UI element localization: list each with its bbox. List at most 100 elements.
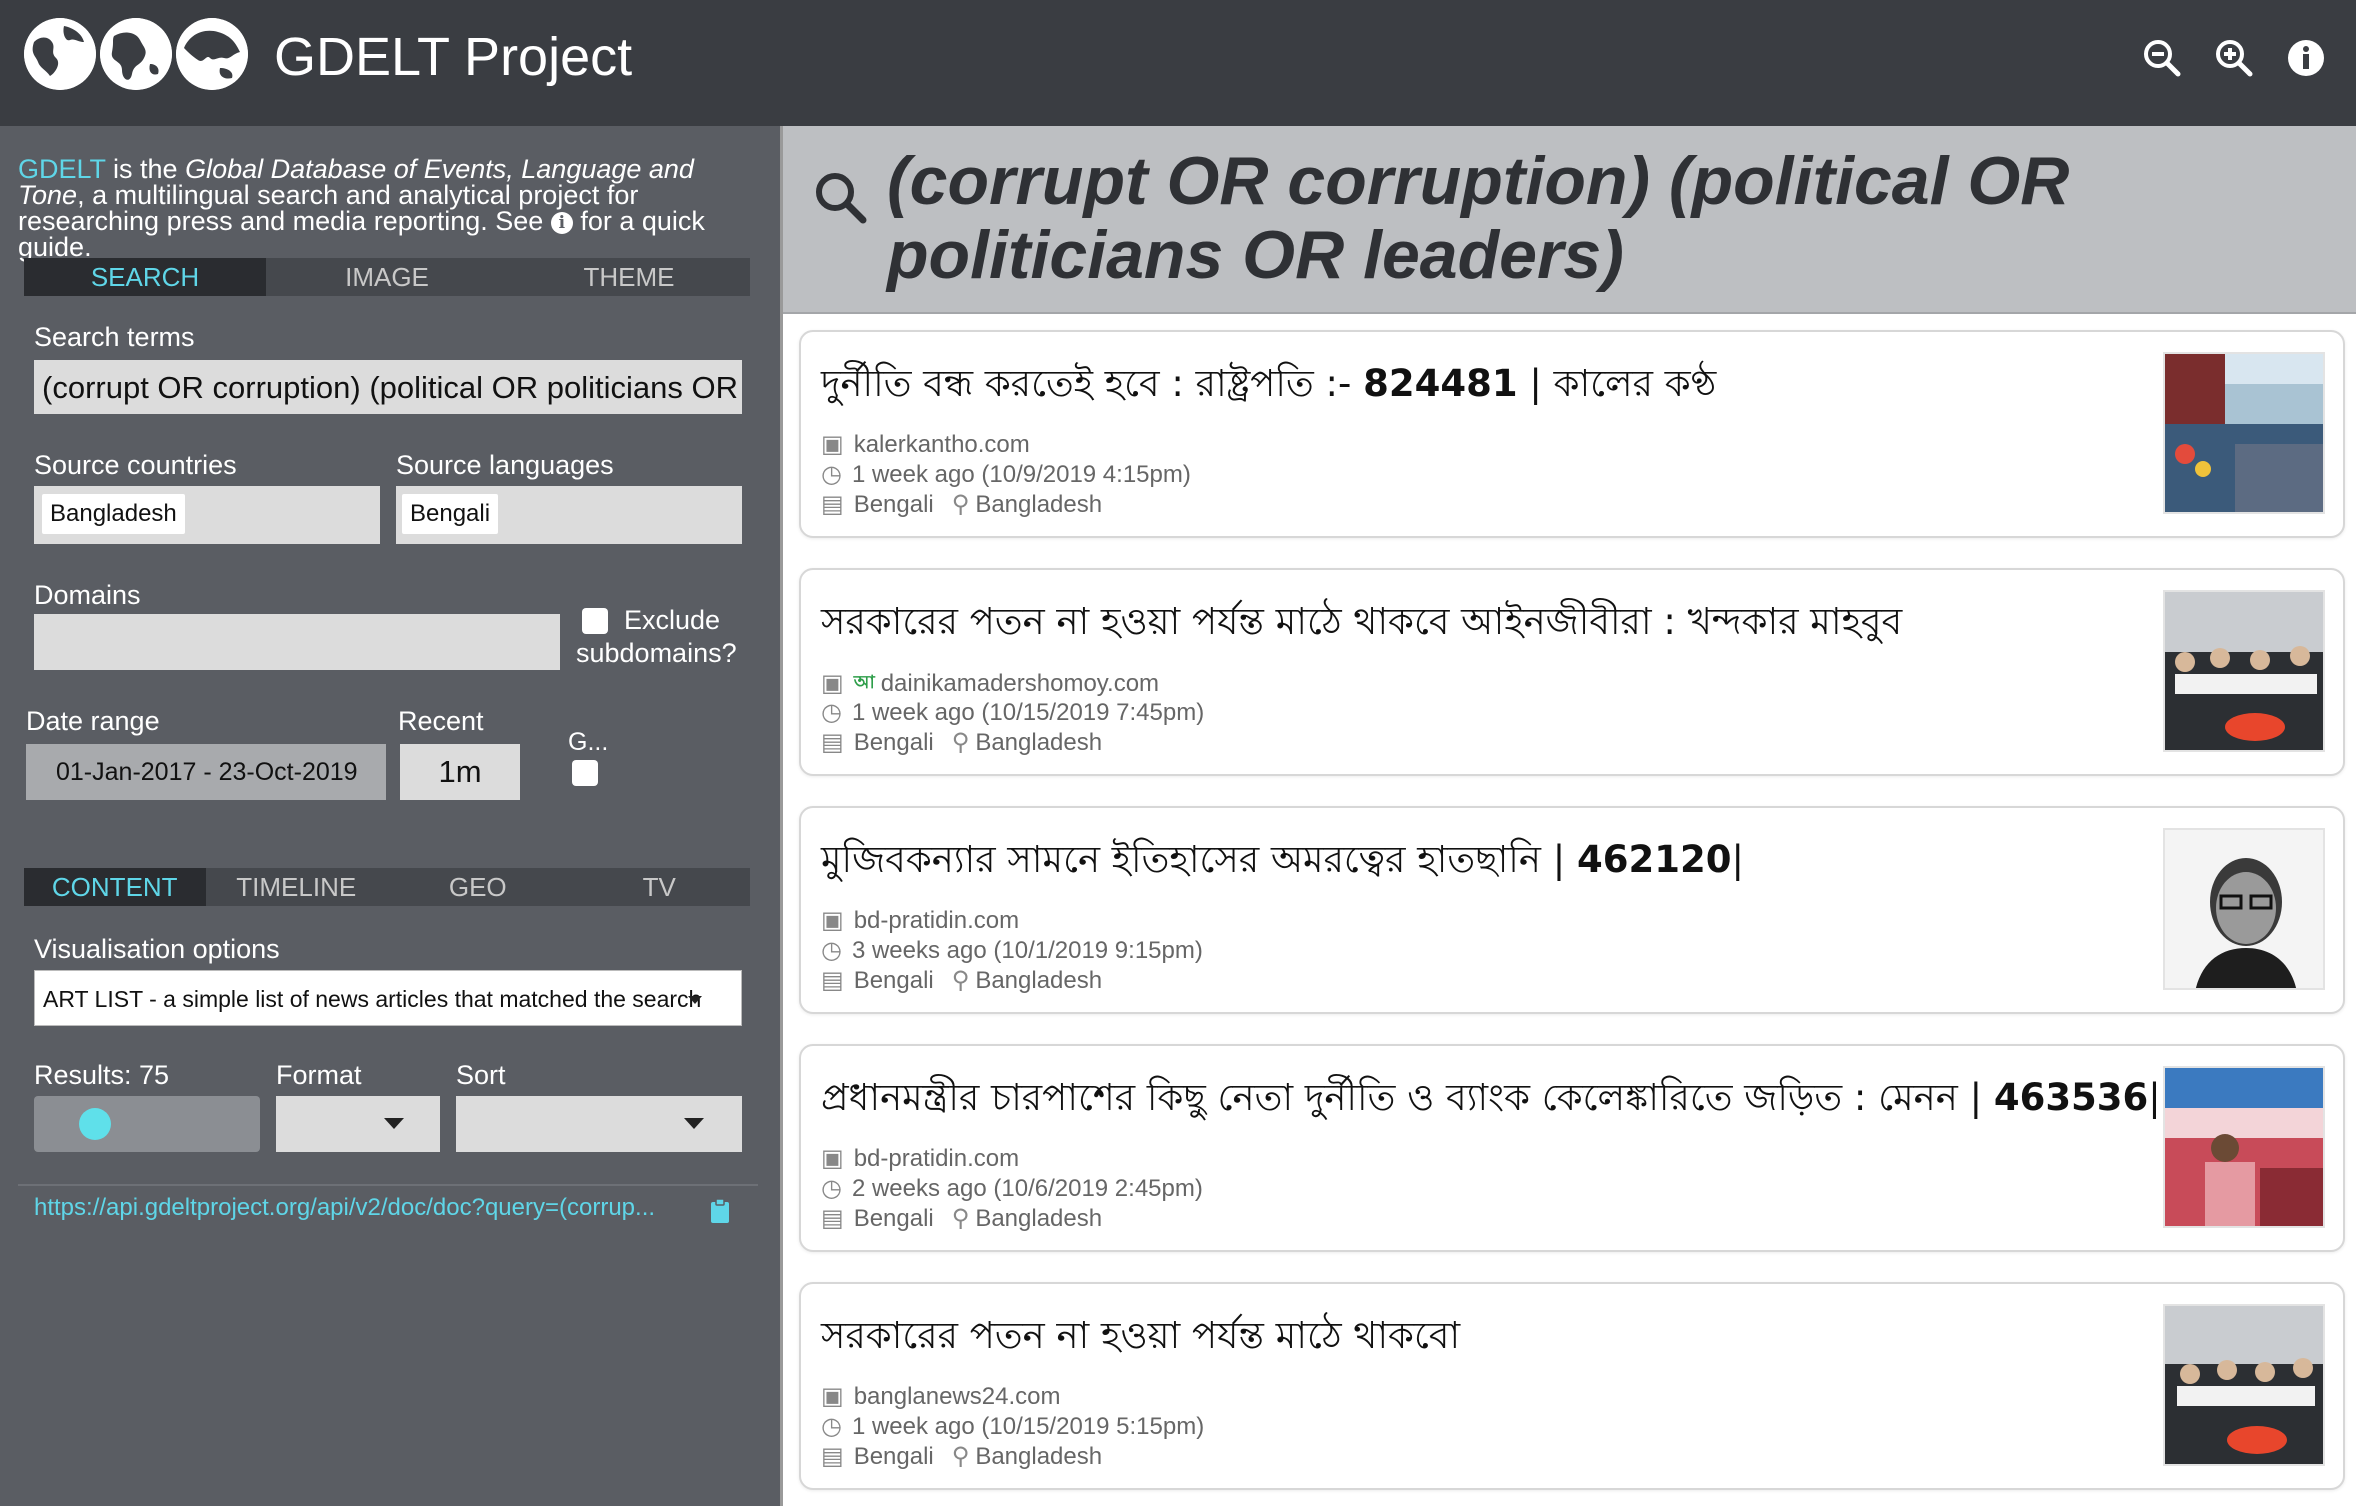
- query-banner: (corrupt OR corruption) (political OR po…: [783, 126, 2356, 314]
- language-icon: ▤: [821, 1443, 844, 1470]
- article-language: Bengali: [853, 490, 934, 518]
- results-slider[interactable]: [34, 1096, 260, 1152]
- api-url-link[interactable]: https://api.gdeltproject.org/api/v2/doc/…: [34, 1194, 655, 1222]
- domains-input[interactable]: [34, 614, 560, 670]
- article-time: 1 week ago (10/15/2019 7:45pm): [851, 698, 1205, 726]
- article-title[interactable]: সরকারের পতন না হওয়া পর্যন্ত মাঠে থাকবে …: [821, 592, 2121, 655]
- article-domain[interactable]: bd-pratidin.com: [854, 1145, 1019, 1173]
- article-country: Bangladesh: [975, 1204, 1103, 1232]
- country-chip[interactable]: Bangladesh: [42, 494, 185, 534]
- recent-input[interactable]: 1m: [400, 744, 520, 800]
- tab-tv[interactable]: TV: [569, 868, 751, 906]
- article-country: Bangladesh: [975, 1442, 1103, 1470]
- search-icon: [816, 173, 867, 224]
- article-lang-row: ▤ Bengali ⚲ Bangladesh: [821, 1442, 1102, 1471]
- format-select[interactable]: [276, 1096, 440, 1152]
- view-tabs: CONTENT TIMELINE GEO TV: [24, 868, 750, 906]
- article-language: Bengali: [853, 1204, 934, 1232]
- article-title[interactable]: মুজিবকন্যার সামনে ইতিহাসের অমরত্বের হাতছ…: [821, 830, 2121, 893]
- article-card[interactable]: সরকারের পতন না হওয়া পর্যন্ত মাঠে থাকবো …: [799, 1282, 2345, 1490]
- tab-theme[interactable]: THEME: [508, 258, 750, 296]
- map-marker-icon: ⚲: [951, 729, 970, 756]
- search-terms-input[interactable]: (corrupt OR corruption) (political OR po…: [34, 360, 742, 414]
- article-domain[interactable]: kalerkantho.com: [854, 431, 1030, 459]
- divider: [18, 1184, 758, 1186]
- article-country: Bangladesh: [975, 490, 1103, 518]
- article-title[interactable]: দুর্নীতি বন্ধ করতেই হবে : রাষ্ট্রপতি :- …: [821, 354, 2121, 417]
- article-language: Bengali: [853, 1442, 934, 1470]
- article-thumbnail[interactable]: [2163, 590, 2325, 752]
- tab-content[interactable]: CONTENT: [24, 868, 206, 906]
- sort-label: Sort: [456, 1060, 506, 1090]
- article-time: 1 week ago (10/15/2019 5:15pm): [851, 1412, 1205, 1440]
- language-chip[interactable]: Bengali: [402, 494, 499, 534]
- tab-geo[interactable]: GEO: [387, 868, 569, 906]
- zoom-out-icon[interactable]: [2142, 38, 2182, 78]
- article-card[interactable]: দুর্নীতি বন্ধ করতেই হবে : রাষ্ট্রপতি :- …: [799, 330, 2345, 538]
- article-lang-row: ▤ Bengali ⚲ Bangladesh: [821, 966, 1102, 995]
- tab-image[interactable]: IMAGE: [266, 258, 508, 296]
- article-domain-row: ▣ আ dainikamadershomoy.com: [821, 668, 1159, 699]
- zoom-in-icon[interactable]: [2214, 38, 2254, 78]
- globe-americas-icon: [24, 18, 96, 90]
- tab-search[interactable]: SEARCH: [24, 258, 266, 296]
- results-slider-handle[interactable]: [78, 1108, 111, 1140]
- date-range-input[interactable]: 01-Jan-2017 - 23-Oct-2019: [26, 744, 386, 800]
- clipboard-icon[interactable]: [710, 1198, 730, 1224]
- article-domain-row: ▣ banglanews24.com: [821, 1382, 1061, 1411]
- site-favicon: আ: [853, 672, 875, 692]
- visualisation-options-label: Visualisation options: [34, 934, 280, 964]
- map-marker-icon: ⚲: [951, 491, 970, 518]
- language-icon: ▤: [821, 967, 844, 994]
- app-title: GDELT Project: [274, 27, 633, 87]
- date-range-label: Date range: [26, 706, 160, 736]
- map-marker-icon: ⚲: [951, 1205, 970, 1232]
- article-lang-row: ▤ Bengali ⚲ Bangladesh: [821, 490, 1102, 519]
- article-time: 3 weeks ago (10/1/2019 9:15pm): [851, 936, 1203, 964]
- globe-asia-icon: [176, 18, 248, 90]
- clock-icon: ◷: [821, 1175, 842, 1202]
- results-panel: (corrupt OR corruption) (political OR po…: [780, 126, 2356, 1506]
- newspaper-icon: ▣: [821, 1383, 844, 1410]
- clock-icon: ◷: [821, 699, 842, 726]
- article-language: Bengali: [853, 966, 934, 994]
- article-card[interactable]: প্রধানমন্ত্রীর চারপাশের কিছু নেতা দুর্নী…: [799, 1044, 2345, 1252]
- article-title[interactable]: সরকারের পতন না হওয়া পর্যন্ত মাঠে থাকবো: [821, 1306, 2121, 1369]
- article-time-row: ◷ 2 weeks ago (10/6/2019 2:45pm): [821, 1174, 1203, 1203]
- search-terms-label: Search terms: [34, 322, 195, 352]
- search-panel: GDELT is the Global Database of Events, …: [0, 126, 780, 1506]
- info-icon[interactable]: i: [550, 211, 573, 234]
- article-country: Bangladesh: [975, 966, 1103, 994]
- newspaper-icon: ▣: [821, 431, 844, 458]
- language-icon: ▤: [821, 491, 844, 518]
- g-label: G...: [568, 728, 609, 756]
- map-marker-icon: ⚲: [951, 1443, 970, 1470]
- exclude-subdomains-label: Exclude subdomains?: [576, 605, 737, 668]
- intro-text: GDELT is the Global Database of Events, …: [18, 154, 705, 262]
- article-card[interactable]: সরকারের পতন না হওয়া পর্যন্ত মাঠে থাকবে …: [799, 568, 2345, 776]
- article-thumbnail[interactable]: [2163, 1066, 2325, 1228]
- article-domain[interactable]: bd-pratidin.com: [854, 907, 1019, 935]
- tab-timeline[interactable]: TIMELINE: [206, 868, 388, 906]
- chevron-down-icon: [384, 1118, 404, 1129]
- article-domain-row: ▣ bd-pratidin.com: [821, 1144, 1019, 1173]
- article-language: Bengali: [853, 728, 934, 756]
- article-thumbnail[interactable]: [2163, 1304, 2325, 1466]
- article-thumbnail[interactable]: [2163, 828, 2325, 990]
- article-title[interactable]: প্রধানমন্ত্রীর চারপাশের কিছু নেতা দুর্নী…: [821, 1068, 2161, 1131]
- app-header: GDELT Project: [0, 0, 2356, 126]
- article-domain[interactable]: dainikamadershomoy.com: [881, 670, 1159, 698]
- article-card[interactable]: মুজিবকন্যার সামনে ইতিহাসের অমরত্বের হাতছ…: [799, 806, 2345, 1014]
- article-domain[interactable]: banglanews24.com: [854, 1383, 1061, 1411]
- g-checkbox[interactable]: [572, 760, 598, 786]
- article-thumbnail[interactable]: [2163, 352, 2325, 514]
- clock-icon: ◷: [821, 1413, 842, 1440]
- map-marker-icon: ⚲: [951, 967, 970, 994]
- gdelt-logo[interactable]: [24, 18, 248, 90]
- visualisation-select[interactable]: ART LIST - a simple list of news article…: [34, 970, 742, 1026]
- language-icon: ▤: [821, 1205, 844, 1232]
- article-country: Bangladesh: [975, 728, 1103, 756]
- newspaper-icon: ▣: [821, 907, 844, 934]
- info-icon[interactable]: [2286, 38, 2326, 78]
- format-label: Format: [276, 1060, 362, 1090]
